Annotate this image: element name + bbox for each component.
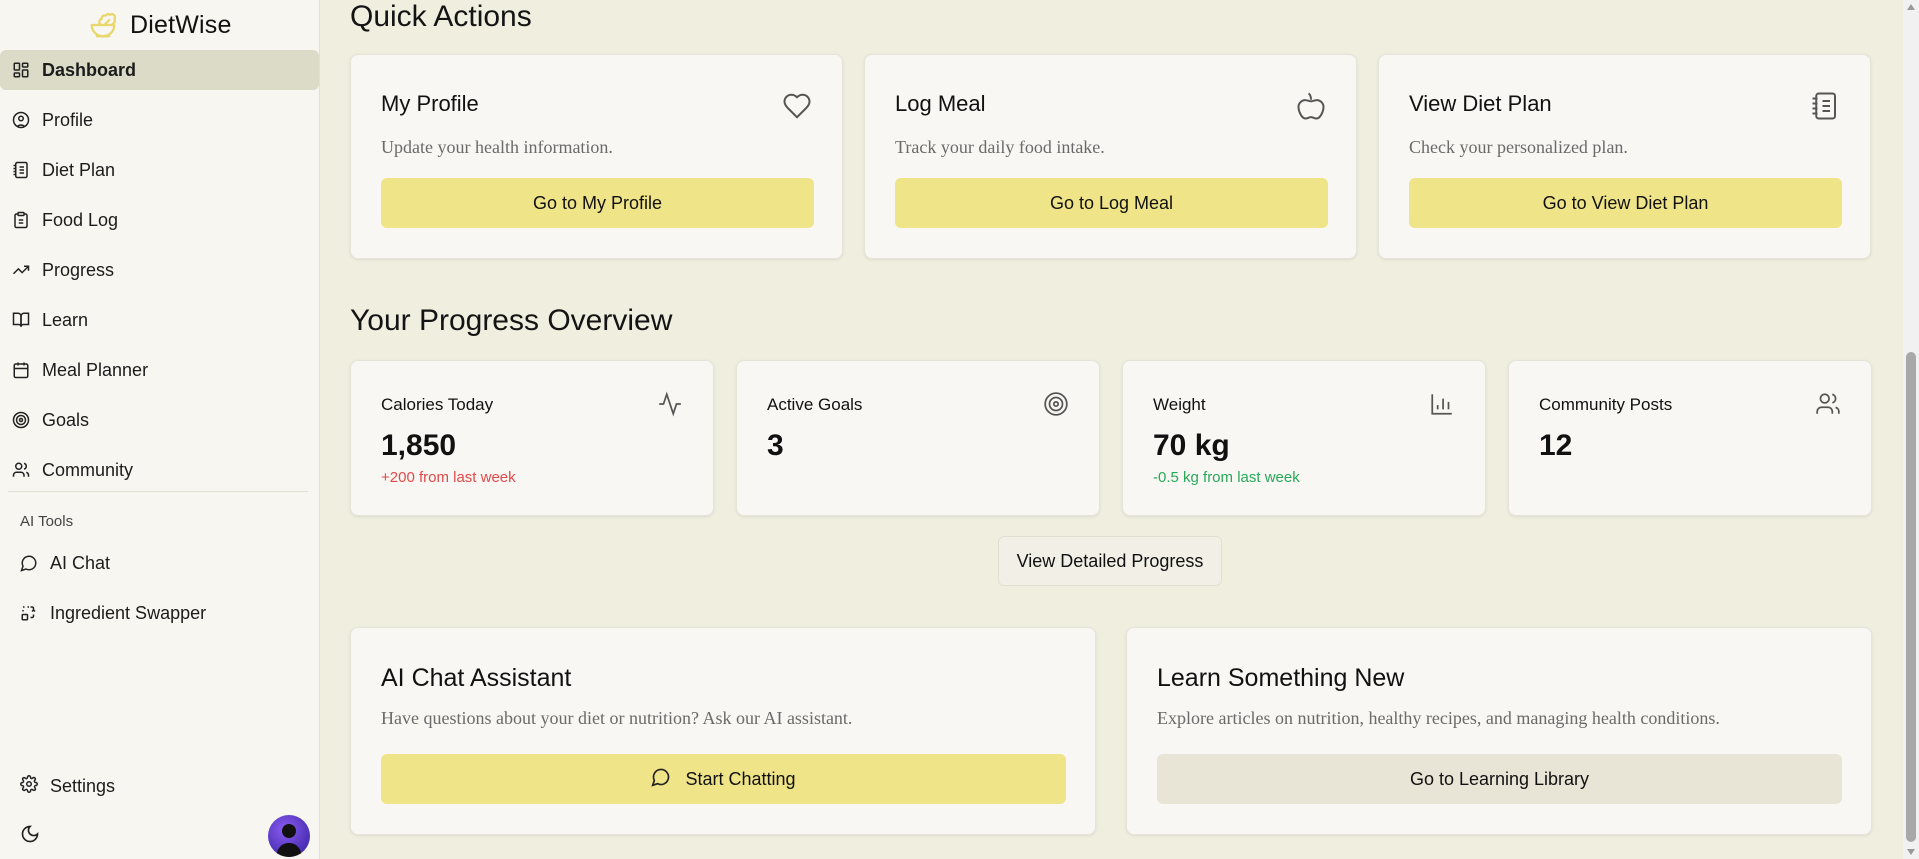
go-to-log-meal-button[interactable]: Go to Log Meal <box>895 178 1328 228</box>
scrollbar-thumb[interactable] <box>1906 352 1916 842</box>
go-to-learning-library-button[interactable]: Go to Learning Library <box>1157 754 1842 804</box>
card-description: Update your health information. <box>381 137 613 157</box>
notebook-icon <box>12 161 30 179</box>
sidebar: DietWise Dashboard Profile Diet Plan Foo… <box>0 0 320 859</box>
sidebar-item-ai-chat[interactable]: AI Chat <box>8 543 308 583</box>
settings-label: Settings <box>50 775 116 796</box>
sidebar-item-food-log[interactable]: Food Log <box>0 200 319 240</box>
section-label-ai-tools: AI Tools <box>20 513 74 530</box>
stat-card-calories: Calories Today 1,850 +200 from last week <box>350 360 714 516</box>
salad-bowl-icon <box>88 10 118 40</box>
sidebar-item-label: Dashboard <box>42 59 137 80</box>
sidebar-item-diet-plan[interactable]: Diet Plan <box>0 150 319 190</box>
scroll-up-arrow-icon[interactable] <box>1907 4 1915 10</box>
progress-overview-heading: Your Progress Overview <box>350 304 673 337</box>
sidebar-item-label: Diet Plan <box>42 159 116 180</box>
vertical-scrollbar[interactable] <box>1903 0 1919 859</box>
brand-name: DietWise <box>130 10 232 39</box>
stat-change: +200 from last week <box>381 469 516 486</box>
card-description: Have questions about your diet or nutrit… <box>381 708 853 728</box>
heart-icon <box>782 91 812 121</box>
book-open-icon <box>12 311 30 329</box>
main-nav: Dashboard Profile Diet Plan Food Log Pro… <box>0 50 320 500</box>
quick-action-card-diet-plan: View Diet Plan Check your personalized p… <box>1378 54 1871 259</box>
bar-chart-icon <box>1429 391 1455 417</box>
sidebar-divider <box>8 491 308 492</box>
card-description: Check your personalized plan. <box>1409 137 1628 157</box>
stat-value: 12 <box>1539 429 1573 462</box>
sidebar-item-label: Learn <box>42 309 89 330</box>
scroll-down-arrow-icon[interactable] <box>1907 849 1915 855</box>
stat-change: -0.5 kg from last week <box>1153 469 1300 486</box>
sidebar-item-label: Ingredient Swapper <box>50 602 207 623</box>
go-to-diet-plan-button[interactable]: Go to View Diet Plan <box>1409 178 1842 228</box>
main-content: Quick Actions My Profile Update your hea… <box>350 0 1873 859</box>
button-label: Start Chatting <box>685 768 796 789</box>
sidebar-item-label: Progress <box>42 259 115 280</box>
stat-value: 3 <box>767 429 784 462</box>
quick-actions-heading: Quick Actions <box>350 0 532 33</box>
sidebar-item-community[interactable]: Community <box>0 450 319 490</box>
message-circle-icon <box>20 554 38 572</box>
gear-icon <box>20 774 38 798</box>
sidebar-item-label: Meal Planner <box>42 359 149 380</box>
stat-card-weight: Weight 70 kg -0.5 kg from last week <box>1122 360 1486 516</box>
stat-label: Active Goals <box>767 395 863 414</box>
stat-label: Community Posts <box>1539 395 1673 414</box>
stat-label: Weight <box>1153 395 1206 414</box>
start-chatting-button[interactable]: Start Chatting <box>381 754 1066 804</box>
trending-up-icon <box>12 261 30 279</box>
quick-action-card-profile: My Profile Update your health informatio… <box>350 54 843 259</box>
swap-icon <box>20 604 38 622</box>
user-circle-icon <box>12 111 30 129</box>
ai-chat-assistant-card: AI Chat Assistant Have questions about y… <box>350 627 1096 835</box>
sidebar-item-dashboard[interactable]: Dashboard <box>0 50 319 90</box>
sidebar-item-label: Profile <box>42 109 94 130</box>
sidebar-item-label: Community <box>42 459 134 480</box>
stat-value: 1,850 <box>381 429 457 462</box>
sidebar-item-label: Food Log <box>42 209 119 230</box>
card-title: Learn Something New <box>1157 664 1405 692</box>
calendar-icon <box>12 361 30 379</box>
message-circle-icon <box>651 767 671 792</box>
sidebar-item-meal-planner[interactable]: Meal Planner <box>0 350 319 390</box>
dashboard-grid-icon <box>12 61 30 79</box>
apple-icon <box>1296 91 1326 121</box>
dark-mode-toggle-icon[interactable] <box>20 824 40 844</box>
sidebar-item-goals[interactable]: Goals <box>0 400 319 440</box>
sidebar-item-learn[interactable]: Learn <box>0 300 319 340</box>
card-title: Log Meal <box>895 91 986 116</box>
sidebar-item-label: Goals <box>42 409 90 430</box>
sidebar-item-progress[interactable]: Progress <box>0 250 319 290</box>
learn-something-new-card: Learn Something New Explore articles on … <box>1126 627 1872 835</box>
target-icon <box>12 411 30 429</box>
card-description: Track your daily food intake. <box>895 137 1105 157</box>
notebook-icon <box>1810 91 1840 121</box>
stat-value: 70 kg <box>1153 429 1230 462</box>
ai-tools-nav: AI Chat Ingredient Swapper <box>8 543 318 643</box>
brand[interactable]: DietWise <box>88 8 232 42</box>
users-icon <box>1815 391 1841 417</box>
card-title: View Diet Plan <box>1409 91 1552 116</box>
stat-card-active-goals: Active Goals 3 <box>736 360 1100 516</box>
card-description: Explore articles on nutrition, healthy r… <box>1157 708 1720 728</box>
avatar[interactable] <box>268 815 310 857</box>
activity-icon <box>657 391 683 417</box>
sidebar-item-label: AI Chat <box>50 552 111 573</box>
card-title: AI Chat Assistant <box>381 664 572 692</box>
card-title: My Profile <box>381 91 479 116</box>
view-detailed-progress-button[interactable]: View Detailed Progress <box>998 536 1222 586</box>
sidebar-item-profile[interactable]: Profile <box>0 100 319 140</box>
sidebar-item-settings[interactable]: Settings <box>20 766 115 806</box>
target-icon <box>1043 391 1069 417</box>
sidebar-item-ingredient-swapper[interactable]: Ingredient Swapper <box>8 593 308 633</box>
stat-card-community-posts: Community Posts 12 <box>1508 360 1872 516</box>
clipboard-icon <box>12 211 30 229</box>
users-icon <box>12 461 30 479</box>
quick-action-card-log-meal: Log Meal Track your daily food intake. G… <box>864 54 1357 259</box>
stat-label: Calories Today <box>381 395 494 414</box>
go-to-profile-button[interactable]: Go to My Profile <box>381 178 814 228</box>
